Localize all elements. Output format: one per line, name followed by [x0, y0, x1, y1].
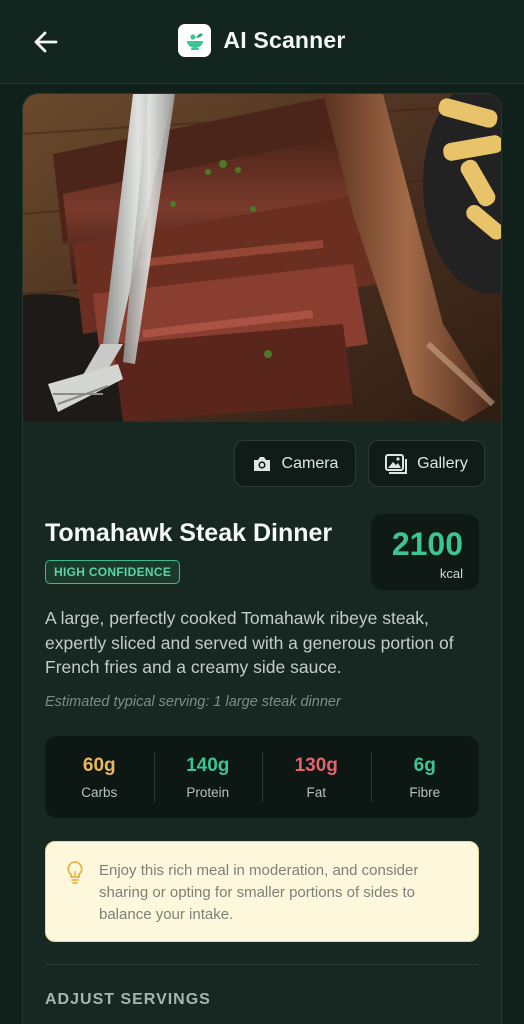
calories-value: 2100 [391, 526, 463, 562]
macro-label: Fat [306, 784, 326, 800]
calories-box: 2100 kcal [371, 514, 479, 590]
macro-value: 130g [294, 754, 338, 776]
app-logo [178, 24, 212, 57]
top-app-bar: AI Scanner [0, 0, 524, 84]
salad-bowl-icon [186, 33, 203, 50]
macro-label: Fibre [409, 784, 441, 800]
macro-protein: 140g Protein [153, 736, 263, 818]
camera-button-label: Camera [281, 454, 339, 472]
lightbulb-icon [67, 861, 83, 884]
tip-callout: Enjoy this rich meal in moderation, and … [45, 841, 479, 942]
section-divider [45, 964, 479, 965]
page-title: AI Scanner [223, 27, 346, 53]
macro-label: Protein [186, 784, 230, 800]
macro-value: 6g [413, 754, 436, 776]
gallery-icon [385, 453, 408, 474]
macro-label: Carbs [81, 784, 118, 800]
macro-carbs: 60g Carbs [45, 736, 154, 818]
app-title-group: AI Scanner [0, 24, 524, 57]
macro-value: 140g [186, 754, 230, 776]
tomahawk-steak-photo [23, 94, 501, 422]
macro-value: 60g [82, 754, 116, 776]
tip-text: Enjoy this rich meal in moderation, and … [99, 862, 419, 923]
macro-fibre: 6g Fibre [370, 736, 480, 818]
food-description: A large, perfectly cooked Tomahawk ribey… [45, 608, 454, 677]
gallery-button-label: Gallery [417, 454, 468, 472]
adjust-servings-title: ADJUST SERVINGS [45, 991, 211, 1008]
macro-fat: 130g Fat [262, 736, 371, 818]
macros-panel: 60g Carbs 140g Protein 130g Fat 6g Fibre [45, 736, 479, 818]
camera-icon [253, 456, 270, 471]
food-name: Tomahawk Steak Dinner [45, 519, 333, 547]
confidence-badge: HIGH CONFIDENCE [45, 560, 181, 584]
camera-button[interactable]: Camera [234, 440, 356, 487]
scan-result-card: Camera Gallery Tomahawk Steak Dinner HIG… [22, 93, 502, 1024]
calories-unit: kcal [439, 566, 463, 581]
serving-estimate: Estimated typical serving: 1 large steak… [45, 694, 341, 710]
gallery-button[interactable]: Gallery [368, 440, 485, 487]
